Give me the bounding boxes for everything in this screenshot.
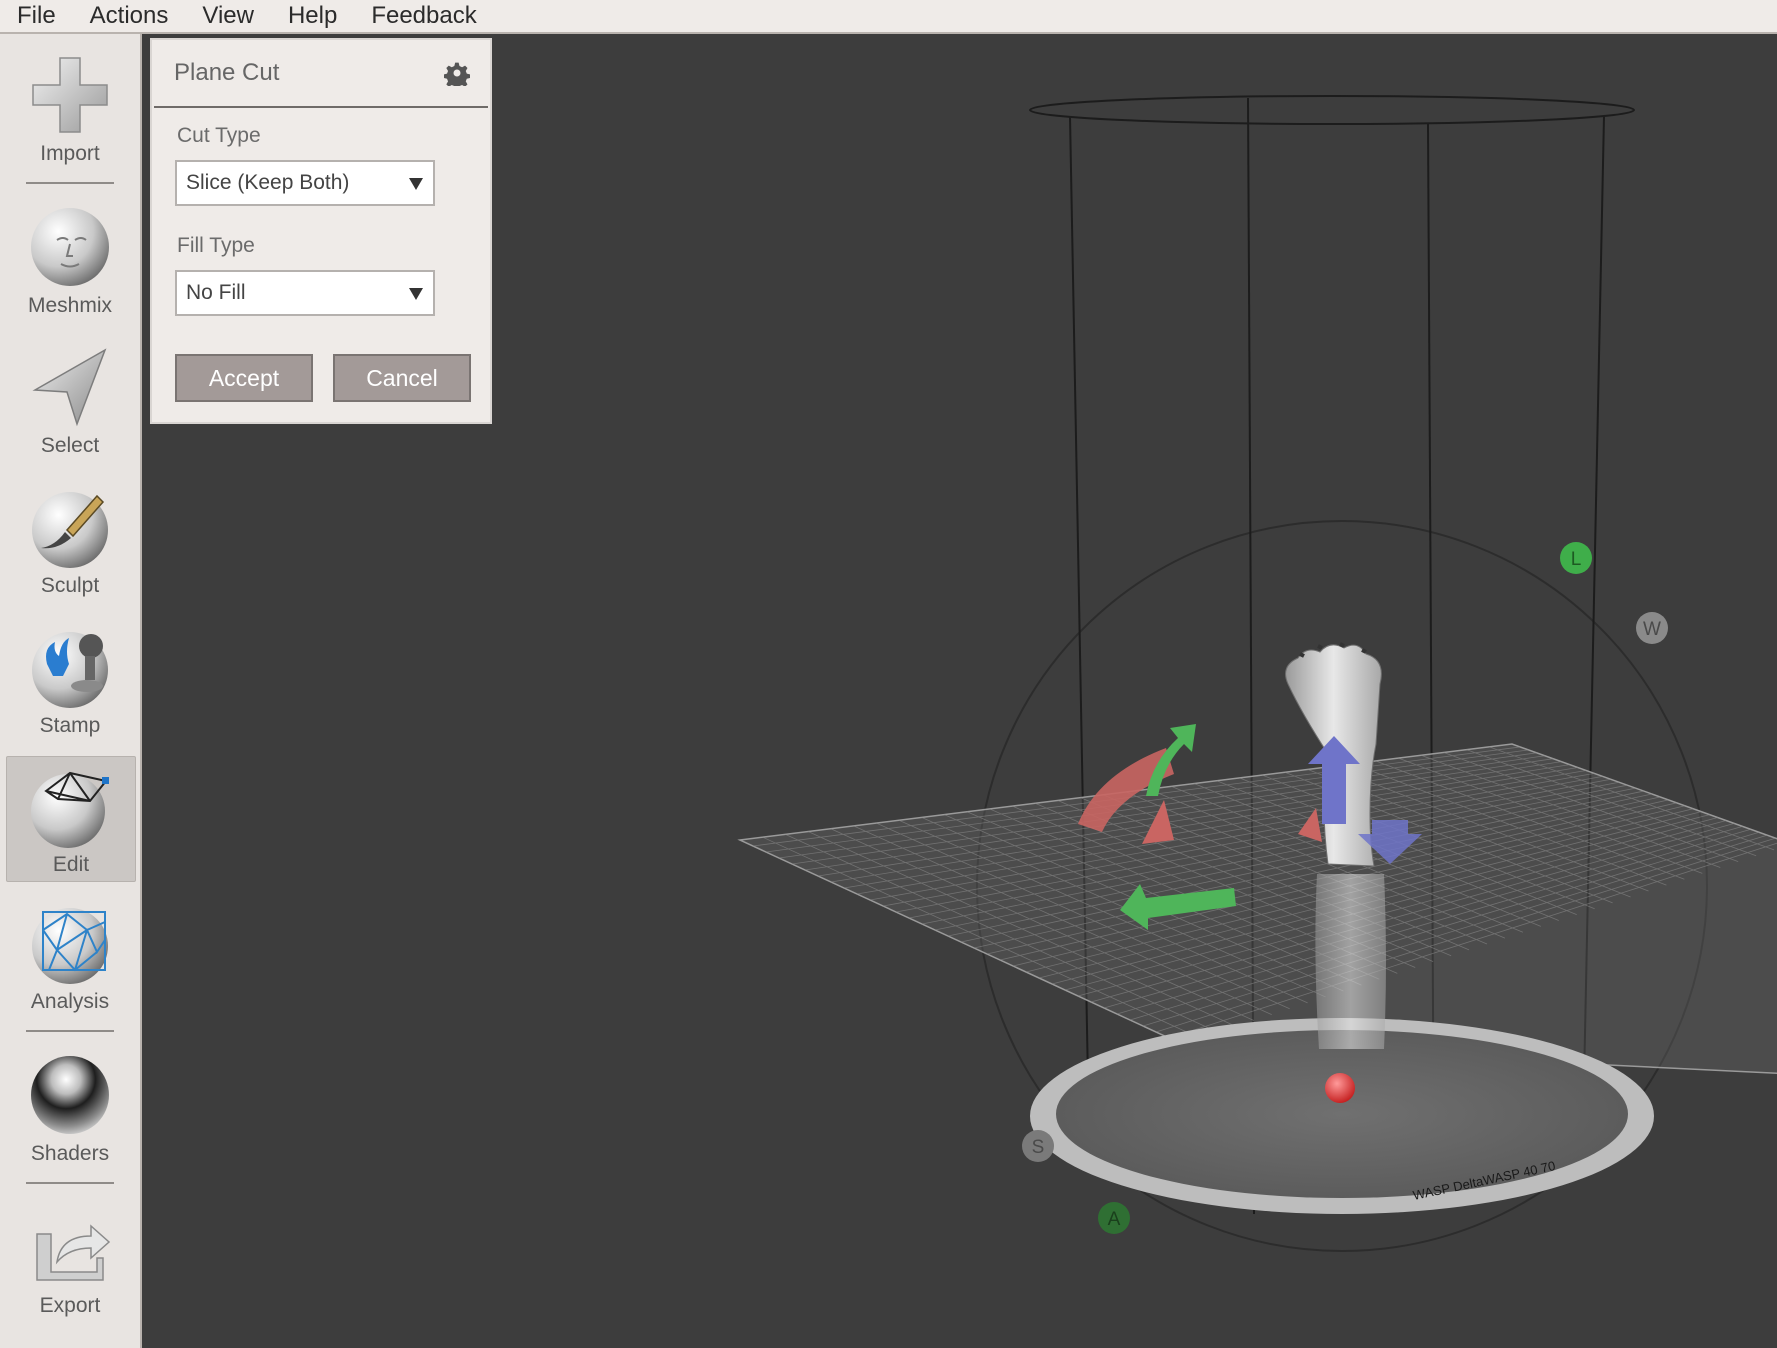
tool-import[interactable]: Import [6,52,134,166]
menu-help[interactable]: Help [271,1,354,31]
tool-edit[interactable]: Edit [6,756,136,882]
chevron-down-icon [409,288,423,300]
menu-file[interactable]: File [0,1,73,31]
marker-a[interactable]: A [1098,1202,1130,1234]
mesh-sphere-icon [32,908,108,984]
tool-label: Edit [52,853,90,876]
fill-type-label: Fill Type [177,234,255,257]
arm-lower [1315,874,1386,1049]
accept-button[interactable]: Accept [175,354,313,402]
svg-text:S: S [1032,1137,1045,1158]
export-icon [36,1224,111,1281]
plus-icon [32,57,108,133]
tool-label: Stamp [39,714,101,737]
tool-analysis[interactable]: Analysis [6,900,134,1014]
chevron-down-icon [409,178,423,190]
fill-type-value: No Fill [186,281,246,304]
svg-text:L: L [1571,549,1582,570]
panel-title: Plane Cut [174,59,280,86]
tool-label: Import [40,142,100,165]
stamp-icon [32,632,108,708]
cut-type-select[interactable]: Slice (Keep Both) [175,160,435,206]
tool-label: Meshmix [27,294,112,317]
tool-label: Analysis [30,990,110,1013]
marker-s[interactable]: S [1022,1130,1054,1162]
tool-meshmix[interactable]: Meshmix [6,204,134,318]
left-toolbar: Import Meshmix Select Sculpt Stamp Edit … [0,34,142,1348]
fill-type-select[interactable]: No Fill [175,270,435,316]
brush-sphere-icon [32,492,108,568]
toolbar-divider [26,1182,114,1184]
panel-header: Plane Cut [154,40,488,108]
arrow-cursor-icon [32,348,107,427]
toolbar-divider [26,1030,114,1032]
tool-label: Shaders [30,1142,110,1165]
tool-label: Select [40,434,100,457]
face-sphere-icon [31,208,109,286]
toolbar-divider [26,182,114,184]
gear-icon[interactable] [444,60,470,86]
marker-l[interactable]: L [1560,542,1592,574]
marker-w[interactable]: W [1636,612,1668,644]
cancel-button[interactable]: Cancel [333,354,471,402]
cut-type-label: Cut Type [177,124,261,147]
svg-text:W: W [1643,619,1661,640]
menu-bar: File Actions View Help Feedback [0,0,1777,34]
tool-label: Sculpt [40,574,100,597]
tool-stamp[interactable]: Stamp [6,624,134,738]
plane-cut-panel: Plane Cut Cut Type Slice (Keep Both) Fil… [150,38,492,424]
cut-type-value: Slice (Keep Both) [186,171,350,194]
tool-shaders[interactable]: Shaders [6,1052,134,1166]
menu-feedback[interactable]: Feedback [354,1,493,31]
tool-sculpt[interactable]: Sculpt [6,484,134,598]
chrome-sphere-icon [31,1056,109,1134]
menu-view[interactable]: View [185,1,271,31]
origin-marker [1325,1073,1355,1103]
svg-text:A: A [1108,1209,1121,1230]
tool-select[interactable]: Select [6,344,134,458]
wireframe-sphere-icon [31,771,109,848]
menu-actions[interactable]: Actions [73,1,186,31]
tool-export[interactable]: Export [6,1204,134,1318]
tool-label: Export [39,1294,101,1317]
